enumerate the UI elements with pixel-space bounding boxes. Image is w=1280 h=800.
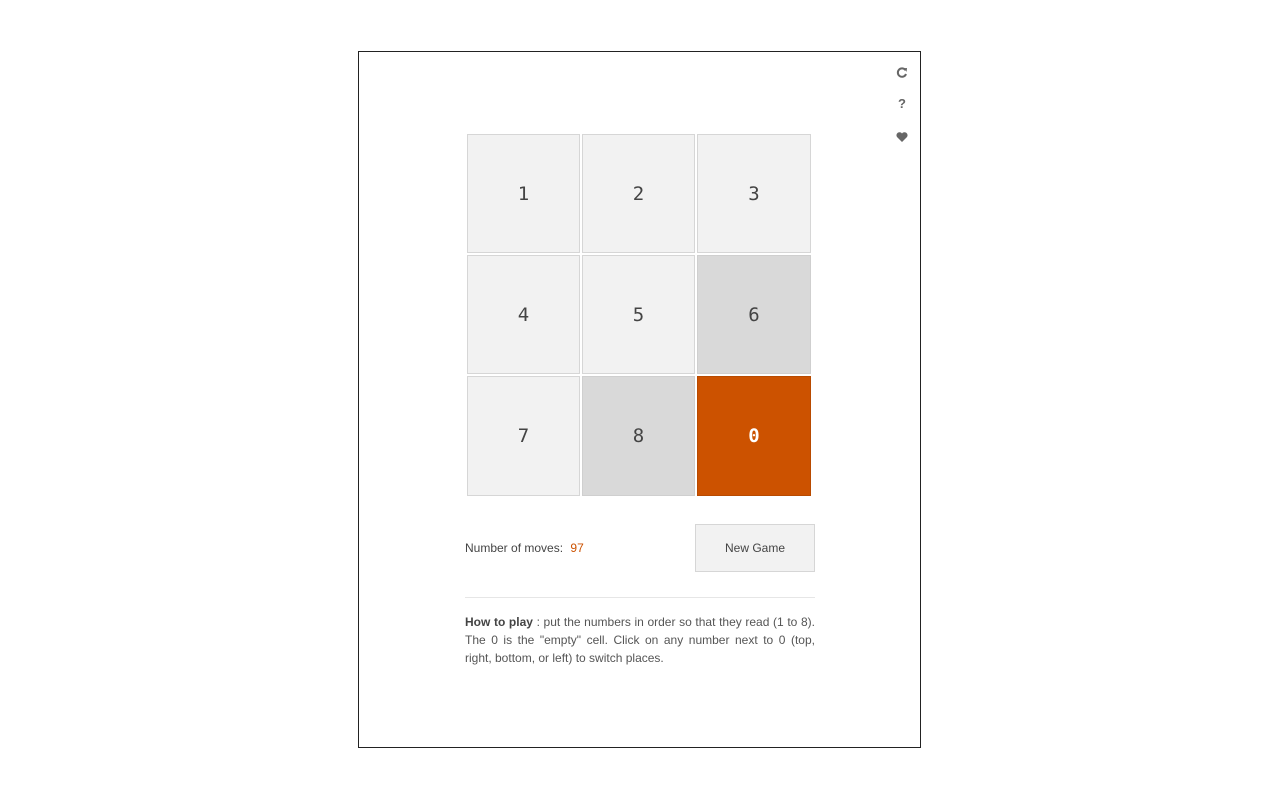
moves-label: Number of moves: bbox=[465, 541, 564, 555]
instructions: How to play : put the numbers in order s… bbox=[465, 613, 815, 667]
new-game-button[interactable]: New Game bbox=[695, 524, 815, 572]
puzzle-board: 1 2 3 4 5 6 7 8 0 bbox=[467, 134, 811, 496]
tile[interactable]: 4 bbox=[467, 255, 580, 374]
side-toolbar: ? bbox=[892, 62, 912, 158]
tile[interactable]: 5 bbox=[582, 255, 695, 374]
moves-counter: Number of moves: 97 bbox=[465, 541, 584, 555]
refresh-icon[interactable] bbox=[892, 62, 912, 82]
divider bbox=[465, 597, 815, 598]
tile-empty: 0 bbox=[697, 376, 811, 496]
game-frame: ? 1 2 3 4 5 6 7 8 0 Number of moves: 97 … bbox=[358, 51, 921, 748]
tile[interactable]: 1 bbox=[467, 134, 580, 253]
tile[interactable]: 2 bbox=[582, 134, 695, 253]
moves-count: 97 bbox=[570, 541, 584, 555]
tile[interactable]: 7 bbox=[467, 376, 580, 496]
tile-movable[interactable]: 6 bbox=[697, 255, 811, 374]
help-icon[interactable]: ? bbox=[892, 94, 912, 114]
tile[interactable]: 3 bbox=[697, 134, 811, 253]
heart-icon[interactable] bbox=[892, 126, 912, 146]
instructions-title: How to play bbox=[465, 615, 533, 629]
tile-movable[interactable]: 8 bbox=[582, 376, 695, 496]
